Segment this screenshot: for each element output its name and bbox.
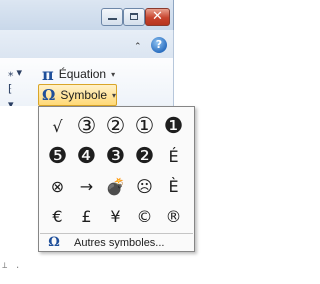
close-button[interactable]: ✕ [145,8,170,26]
symbol-label: Symbole [60,88,108,102]
symbol-cell-circled-times[interactable]: ⊗ [43,171,72,201]
chevron-down-icon: ▾ [112,90,117,100]
symbol-cell-euro[interactable]: € [43,201,72,231]
symbol-cell-sqrt[interactable]: √ [43,111,72,141]
more-symbols-menu-item[interactable]: Ω Autres symboles... [40,234,193,251]
symbol-cell-circled-2[interactable]: ② [101,111,130,141]
window-titlebar: ✕ [0,0,174,30]
symbol-cell-pound[interactable]: £ [72,201,101,231]
maximize-icon [130,13,138,20]
symbol-cell-negative-circled-2[interactable]: ❷ [130,141,159,171]
symbol-cell-negative-circled-3[interactable]: ❸ [101,141,130,171]
omega-icon: Ω [48,235,60,250]
symbol-cell-e-grave[interactable]: È [159,171,188,201]
close-icon: ✕ [152,9,163,24]
symbol-cell-e-acute[interactable]: É [159,141,188,171]
symbol-cell-frown[interactable]: ☹ [130,171,159,201]
symbol-cell-right-arrow[interactable]: → [72,171,101,201]
symbol-grid: √ ③ ② ① ❶ ❺ ❹ ❸ ❷ É ⊗ → 💣 ☹ È € £ ¥ © ® [43,111,188,231]
ribbon-left-fragment-1[interactable]: ⁎ ▾ [8,66,22,79]
symbol-cell-registered[interactable]: ® [159,201,188,231]
symbol-cell-yen[interactable]: ¥ [101,201,130,231]
pi-icon: π [42,64,54,84]
help-icon[interactable]: ? [151,37,167,53]
document-area: ⊥ . [0,106,40,284]
collapse-ribbon-icon[interactable]: ⌃ [134,41,142,52]
maximize-button[interactable] [123,8,145,26]
equation-label: Équation [58,67,107,81]
symbol-cell-copyright[interactable]: © [130,201,159,231]
minimize-icon [108,18,117,20]
ribbon-left-fragment-2[interactable]: ⁅ [8,82,12,95]
symbol-gallery-dropdown: √ ③ ② ① ❶ ❺ ❹ ❸ ❷ É ⊗ → 💣 ☹ È € £ ¥ © ® … [38,106,195,252]
symbol-cell-negative-circled-4[interactable]: ❹ [72,141,101,171]
omega-icon: Ω [42,86,56,104]
symbol-cell-circled-3[interactable]: ③ [72,111,101,141]
minimize-button[interactable] [101,8,123,26]
chevron-down-icon: ▾ [111,69,116,79]
symbol-cell-negative-circled-5[interactable]: ❺ [43,141,72,171]
symbol-cell-negative-circled-1[interactable]: ❶ [159,111,188,141]
equation-button[interactable]: π Équation ▾ [42,64,115,84]
ruler-fragment: ⊥ . [2,261,22,271]
symbol-button[interactable]: Ω Symbole ▾ [38,84,117,106]
ribbon-tab-strip: ⌃ ? [0,30,174,58]
symbol-cell-bomb[interactable]: 💣 [101,171,130,201]
symbol-cell-circled-1[interactable]: ① [130,111,159,141]
more-symbols-label: Autres symboles... [74,236,165,249]
